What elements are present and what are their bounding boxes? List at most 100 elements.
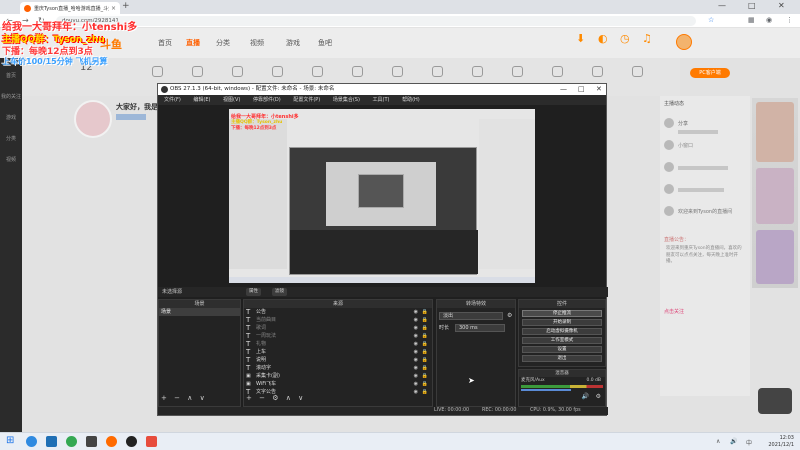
search-app-icon[interactable]: [26, 436, 37, 447]
lock-icon[interactable]: 🔒: [422, 356, 428, 364]
mascot-widget[interactable]: [758, 388, 792, 414]
menu-tools[interactable]: 工具(T): [373, 97, 390, 103]
browser-menu-icon[interactable]: ⋮: [786, 16, 793, 24]
stop-streaming-button[interactable]: 停止推流: [522, 310, 602, 317]
speaker-icon[interactable]: 🔊: [582, 393, 589, 400]
exit-button[interactable]: 退出: [522, 355, 602, 362]
move-down-button[interactable]: ∨: [298, 394, 303, 402]
source-item[interactable]: T 当前曲目 ◉ 🔒: [244, 316, 432, 324]
category-icon[interactable]: [632, 66, 643, 77]
browser-tab[interactable]: 重庆Tyson直播_哈哈游戏直播_斗鱼 ×: [20, 2, 120, 14]
menu-edit[interactable]: 编辑(E): [193, 97, 210, 103]
obs-close-button[interactable]: ✕: [596, 84, 602, 95]
volume-slider[interactable]: [521, 389, 571, 391]
lock-icon[interactable]: 🔒: [422, 380, 428, 388]
sidebar-item-game[interactable]: 游戏: [0, 114, 22, 121]
nav-yuba[interactable]: 鱼吧: [318, 38, 332, 48]
profile-icon[interactable]: ◉: [766, 16, 772, 24]
source-item[interactable]: ▣ 采集卡(副) ◉ 🔒: [244, 372, 432, 380]
start-recording-button[interactable]: 开始录制: [522, 319, 602, 326]
event-banner[interactable]: [756, 230, 794, 284]
properties-button[interactable]: 属性: [246, 288, 261, 296]
category-icon[interactable]: [192, 66, 203, 77]
sidebar-item-category[interactable]: 分类: [0, 135, 22, 142]
edge-browser-icon[interactable]: [46, 436, 57, 447]
app-icon[interactable]: [86, 436, 97, 447]
visibility-eye-icon[interactable]: ◉: [414, 316, 418, 324]
streamer-avatar[interactable]: [74, 100, 112, 138]
visibility-eye-icon[interactable]: ◉: [414, 324, 418, 332]
visibility-eye-icon[interactable]: ◉: [414, 380, 418, 388]
scene-item[interactable]: 场景: [159, 308, 240, 316]
visibility-eye-icon[interactable]: ◉: [414, 364, 418, 372]
category-icon[interactable]: [152, 66, 163, 77]
studio-mode-button[interactable]: 工作室模式: [522, 337, 602, 344]
move-down-button[interactable]: ∨: [200, 394, 205, 402]
ime-indicator[interactable]: 中: [746, 438, 752, 447]
visibility-eye-icon[interactable]: ◉: [414, 332, 418, 340]
pc-client-button[interactable]: PC客户端: [690, 68, 730, 78]
menu-help[interactable]: 帮助(H): [402, 97, 420, 103]
tray-expand-icon[interactable]: ∧: [716, 438, 720, 445]
minimize-button[interactable]: —: [718, 1, 726, 10]
source-item[interactable]: T 礼物 ◉ 🔒: [244, 340, 432, 348]
lock-icon[interactable]: 🔒: [422, 364, 428, 372]
source-settings-button[interactable]: ⚙: [272, 394, 278, 402]
menu-docks[interactable]: 停靠部件(D): [253, 97, 281, 103]
download-icon[interactable]: ⬇: [576, 32, 585, 45]
category-icon[interactable]: [272, 66, 283, 77]
category-icon[interactable]: [312, 66, 323, 77]
visibility-eye-icon[interactable]: ◉: [414, 356, 418, 364]
bell-icon[interactable]: ♫: [642, 32, 652, 45]
lock-icon[interactable]: 🔒: [422, 372, 428, 380]
mixer-settings-icon[interactable]: ⚙: [596, 393, 601, 400]
url-field[interactable]: douyu.com/2928141: [56, 16, 696, 26]
transition-select[interactable]: 淡出: [439, 312, 503, 320]
move-up-button[interactable]: ∧: [286, 394, 291, 402]
add-scene-button[interactable]: +: [161, 394, 167, 402]
maximize-button[interactable]: □: [748, 1, 756, 10]
user-avatar[interactable]: [676, 34, 692, 50]
event-banner[interactable]: [756, 102, 794, 162]
bookmark-star-icon[interactable]: ☆: [708, 16, 714, 24]
source-item[interactable]: T 歌词 ◉ 🔒: [244, 324, 432, 332]
menu-scene-collection[interactable]: 场景集合(S): [333, 97, 360, 103]
settings-button[interactable]: 设置: [522, 346, 602, 353]
transition-settings-icon[interactable]: ⚙: [507, 312, 512, 319]
tab-close-icon[interactable]: ×: [111, 5, 116, 12]
obs-app-icon[interactable]: [126, 436, 137, 447]
nav-category[interactable]: 分类: [216, 38, 230, 48]
sidebar-item-home[interactable]: 首页: [0, 72, 22, 79]
lock-icon[interactable]: 🔒: [422, 308, 428, 316]
start-icon[interactable]: ⊞: [6, 435, 17, 446]
lock-icon[interactable]: 🔒: [422, 324, 428, 332]
source-item[interactable]: T 滚动字 ◉ 🔒: [244, 364, 432, 372]
new-tab-button[interactable]: +: [122, 1, 130, 11]
history-icon[interactable]: ◷: [620, 32, 630, 45]
menu-file[interactable]: 文件(F): [164, 97, 181, 103]
category-icon[interactable]: [432, 66, 443, 77]
event-banner[interactable]: [756, 168, 794, 224]
category-icon[interactable]: [232, 66, 243, 77]
remove-source-button[interactable]: −: [259, 394, 265, 402]
obs-minimize-button[interactable]: —: [560, 84, 567, 95]
app-icon[interactable]: [146, 436, 157, 447]
category-icon[interactable]: [352, 66, 363, 77]
nav-video[interactable]: 视频: [250, 38, 264, 48]
lock-icon[interactable]: 🔒: [422, 332, 428, 340]
nav-live[interactable]: 直播: [186, 38, 200, 48]
source-item[interactable]: ▣ WiFi飞车 ◉ 🔒: [244, 380, 432, 388]
obs-preview[interactable]: 给我一大哥拜年：小tenshi多 主播QQ群：Tyson_zhu 下播：每晚12…: [229, 109, 535, 283]
category-icon[interactable]: [592, 66, 603, 77]
source-item[interactable]: T 上车 ◉ 🔒: [244, 348, 432, 356]
lock-icon[interactable]: 🔒: [422, 316, 428, 324]
category-icon[interactable]: [512, 66, 523, 77]
visibility-eye-icon[interactable]: ◉: [414, 388, 418, 396]
sidebar-item-video[interactable]: 视频: [0, 156, 22, 163]
obs-title-bar[interactable]: OBS 27.1.3 (64-bit, windows) - 配置文件: 未命名…: [158, 84, 606, 95]
filters-button[interactable]: 滤镜: [272, 288, 287, 296]
source-item[interactable]: T 公告 ◉ 🔒: [244, 308, 432, 316]
source-item[interactable]: T 说明 ◉ 🔒: [244, 356, 432, 364]
category-icon[interactable]: [472, 66, 483, 77]
visibility-eye-icon[interactable]: ◉: [414, 372, 418, 380]
